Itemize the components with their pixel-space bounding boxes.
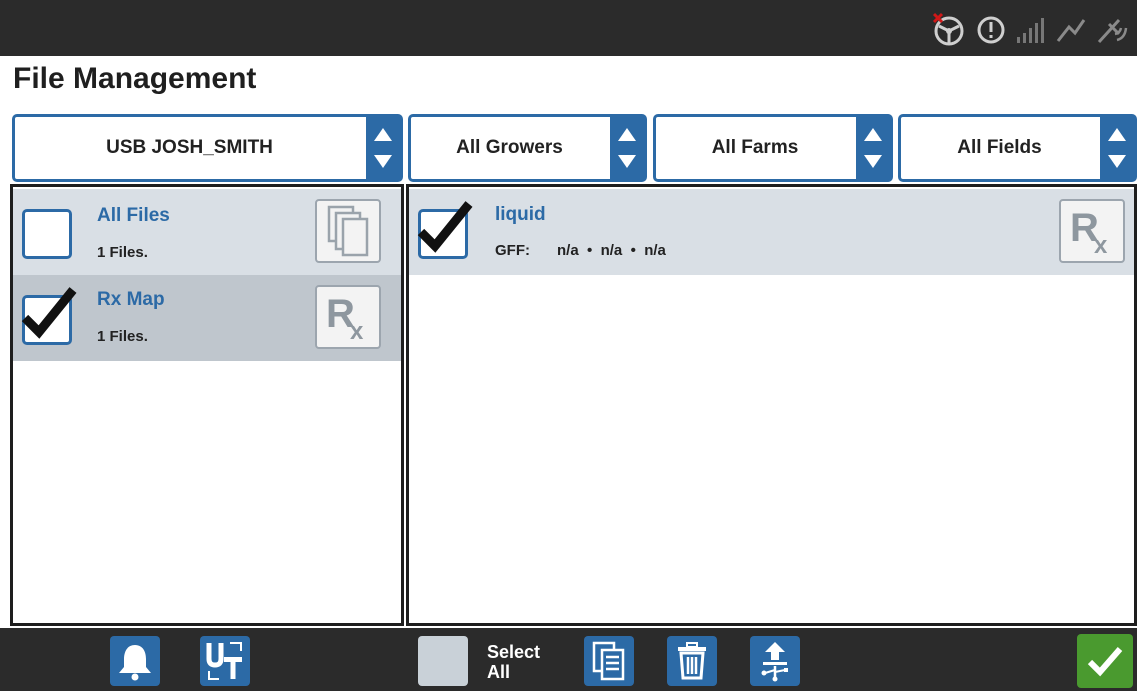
rx-icon[interactable]: R x	[1059, 199, 1125, 263]
rx-icon[interactable]: R x	[315, 285, 381, 349]
signal-bars-icon	[1015, 15, 1047, 45]
copy-files-icon[interactable]	[315, 199, 381, 263]
gff-label: GFF:	[495, 242, 530, 259]
svg-text:x: x	[1094, 232, 1108, 257]
file-list[interactable]: liquid GFF: n/a • n/a • n/a R x	[406, 184, 1137, 626]
select-all-line1: Select	[487, 642, 541, 662]
category-list[interactable]: All Files 1 Files. Rx Map 1 Files. R x	[10, 184, 404, 626]
select-all-line2: All	[487, 662, 511, 682]
select-all-label[interactable]: Select All	[487, 642, 540, 682]
svg-text:x: x	[350, 318, 364, 343]
bottom-toolbar: Select All	[0, 628, 1137, 691]
up-down-arrows-icon	[856, 117, 890, 179]
file-checkbox[interactable]	[417, 201, 473, 259]
category-checkbox[interactable]	[21, 287, 77, 345]
gff-values: n/a • n/a • n/a	[557, 242, 666, 259]
file-list-icon[interactable]	[584, 636, 634, 686]
checkmark-icon	[21, 287, 77, 339]
file-name: liquid	[495, 204, 546, 225]
category-count: 1 Files.	[97, 244, 148, 261]
bell-icon[interactable]	[110, 636, 160, 686]
farm-selector[interactable]: All Farms	[653, 114, 893, 182]
gps-satellite-icon	[1095, 14, 1129, 46]
category-item-rx-map[interactable]: Rx Map 1 Files. R x	[13, 275, 401, 361]
checkmark-icon	[417, 201, 473, 253]
farm-selector-label: All Farms	[711, 137, 799, 158]
status-icons	[931, 12, 1129, 48]
grower-selector-label: All Growers	[456, 137, 563, 158]
select-all-checkbox[interactable]	[418, 636, 468, 686]
up-down-arrows-icon	[610, 117, 644, 179]
usb-export-icon[interactable]	[750, 636, 800, 686]
trash-icon[interactable]	[667, 636, 717, 686]
confirm-check-icon[interactable]	[1077, 634, 1133, 688]
category-item-all-files[interactable]: All Files 1 Files.	[13, 189, 401, 275]
up-down-arrows-icon	[366, 117, 400, 179]
grower-selector[interactable]: All Growers	[408, 114, 647, 182]
page-title: File Management	[13, 62, 257, 95]
category-checkbox[interactable]	[22, 209, 72, 259]
alert-icon	[975, 14, 1007, 46]
file-row-liquid[interactable]: liquid GFF: n/a • n/a • n/a R x	[409, 189, 1134, 275]
category-count: 1 Files.	[97, 328, 148, 345]
source-selector-label: USB JOSH_SMITH	[106, 137, 273, 158]
steering-disabled-icon	[931, 12, 967, 48]
ut-icon[interactable]	[200, 636, 250, 686]
antenna-icon	[1055, 15, 1087, 45]
category-title: Rx Map	[97, 289, 165, 310]
status-bar	[0, 0, 1137, 56]
field-selector[interactable]: All Fields	[898, 114, 1137, 182]
field-selector-label: All Fields	[957, 137, 1042, 158]
up-down-arrows-icon	[1100, 117, 1134, 179]
category-title: All Files	[97, 205, 170, 226]
source-selector[interactable]: USB JOSH_SMITH	[12, 114, 403, 182]
